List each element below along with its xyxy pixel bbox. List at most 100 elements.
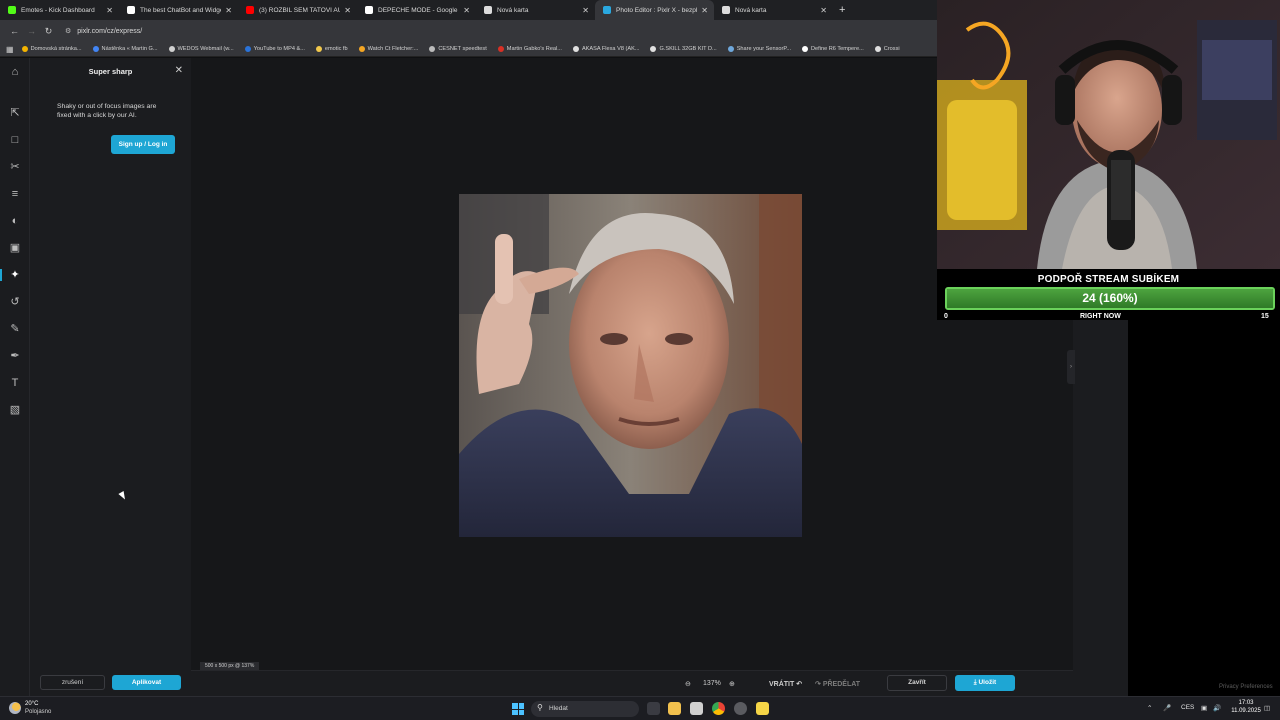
store-icon[interactable] — [690, 702, 703, 715]
tray-overflow-icon[interactable]: ⌃ — [1147, 704, 1152, 712]
bookmark-item[interactable]: CESNET speedtest — [429, 46, 487, 52]
file-explorer-icon[interactable] — [668, 702, 681, 715]
notifications-icon[interactable]: ◫ — [1264, 704, 1270, 712]
bookmark-item[interactable]: Nástěnka « Martin G... — [92, 46, 158, 52]
close-icon[interactable]: ✕ — [175, 65, 183, 76]
taskbar-search[interactable]: Hledat — [531, 701, 639, 717]
redo-icon[interactable]: ↷ — [815, 681, 821, 688]
bookmark-label[interactable]: Crossi — [884, 46, 900, 52]
close-editor-button[interactable]: Zavřít — [887, 675, 947, 691]
weather-temperature[interactable]: 20°C — [25, 701, 38, 707]
bookmark-label[interactable]: Martin Gabko's Real... — [507, 46, 562, 52]
tab-close-icon[interactable]: ✕ — [344, 6, 351, 15]
edited-photo[interactable] — [459, 194, 802, 537]
settings-icon[interactable] — [734, 702, 747, 715]
tab-close-icon[interactable]: ✕ — [582, 6, 589, 15]
bookmark-item[interactable]: WEDOS Webmail (w... — [168, 46, 234, 52]
redo-button[interactable]: ↷ PŘEDĚLAT — [815, 680, 860, 688]
undo-button[interactable]: VRÁTIT ↶ — [769, 680, 802, 688]
bookmark-label[interactable]: Define R6 Tempere... — [811, 46, 864, 52]
signup-login-button[interactable]: Sign up / Log in — [111, 135, 175, 154]
tab-title[interactable]: Emotes - Kick Dashboard — [21, 7, 102, 14]
arrange-icon[interactable]: ⇱ — [7, 105, 23, 121]
bookmark-label[interactable]: G.SKILL 32GB KIT D... — [659, 46, 716, 52]
bookmark-label[interactable]: emotic fb — [325, 46, 348, 52]
browser-tab[interactable]: Nová karta ✕ — [714, 0, 833, 20]
bookmark-item[interactable]: Share your SensorP... — [727, 46, 791, 52]
tab-title[interactable]: Nová karta — [497, 7, 578, 14]
save-icon[interactable]: ⤓ — [974, 679, 977, 686]
save-label[interactable]: Uložit — [978, 679, 996, 686]
chrome-icon[interactable] — [712, 702, 725, 715]
zoom-value[interactable]: 137% — [703, 680, 721, 687]
browser-tab[interactable]: DEPECHE MODE - Google Search ✕ — [357, 0, 476, 20]
adjust-icon[interactable]: ≡ — [7, 186, 23, 202]
tab-title[interactable]: (3) ROZBIL SEM TATOVI AUTO — [259, 7, 340, 14]
tab-close-icon[interactable]: ✕ — [701, 6, 708, 15]
zoom-out-icon[interactable]: ⊖ — [685, 680, 691, 688]
bookmark-item[interactable]: emotic fb — [315, 46, 348, 52]
undo-label[interactable]: VRÁTIT — [769, 681, 794, 688]
bookmark-label[interactable]: Nástěnka « Martin G... — [102, 46, 158, 52]
apps-grid-icon[interactable]: ▦ — [6, 45, 14, 54]
draw-icon[interactable]: ✒ — [7, 348, 23, 364]
retouch-icon[interactable]: ✎ — [7, 321, 23, 337]
tab-close-icon[interactable]: ✕ — [106, 6, 113, 15]
task-view-icon[interactable] — [647, 702, 660, 715]
forward-icon[interactable]: → — [23, 26, 40, 36]
bookmark-label[interactable]: YouTube to MP4 &... — [254, 46, 305, 52]
language-indicator[interactable]: CES — [1181, 704, 1194, 711]
zoom-in-icon[interactable]: ⊕ — [729, 680, 735, 688]
new-tab-button[interactable]: + — [839, 4, 845, 16]
bookmark-label[interactable]: AKASA Flexa V8 (AK... — [582, 46, 640, 52]
back-icon[interactable]: ← — [6, 26, 23, 36]
filter-icon[interactable]: ◐ — [7, 213, 23, 229]
bookmark-label[interactable]: Share your SensorP... — [737, 46, 791, 52]
browser-tab[interactable]: Nová karta ✕ — [476, 0, 595, 20]
bookmark-item[interactable]: Martin Gabko's Real... — [497, 46, 562, 52]
volume-icon[interactable]: 🔊 — [1213, 704, 1221, 712]
effect-icon[interactable]: ▣ — [7, 240, 23, 256]
browser-tab[interactable]: Emotes - Kick Dashboard ✕ — [0, 0, 119, 20]
cutout-icon[interactable]: ✂ — [7, 159, 23, 175]
clock-time[interactable]: 17:03 — [1229, 700, 1263, 706]
ai-tools-icon[interactable]: ✦ — [7, 267, 23, 283]
tab-close-icon[interactable]: ✕ — [463, 6, 470, 15]
browser-tab[interactable]: (3) ROZBIL SEM TATOVI AUTO ✕ — [238, 0, 357, 20]
browser-tab[interactable]: The best ChatBot and Widgets ✕ — [119, 0, 238, 20]
bookmark-item[interactable]: G.SKILL 32GB KIT D... — [650, 46, 717, 52]
bookmark-label[interactable]: Watch Ct Fletcher:... — [368, 46, 419, 52]
clock-date[interactable]: 11.09.2025 — [1229, 708, 1263, 714]
weather-description[interactable]: Polojasno — [25, 709, 51, 715]
bookmark-item[interactable]: YouTube to MP4 &... — [244, 46, 305, 52]
tab-title[interactable]: Nová karta — [735, 7, 816, 14]
tab-title[interactable]: DEPECHE MODE - Google Search — [378, 7, 459, 14]
undo-icon[interactable]: ↶ — [796, 681, 802, 688]
bookmark-item[interactable]: Define R6 Tempere... — [802, 46, 864, 52]
bookmark-label[interactable]: WEDOS Webmail (w... — [178, 46, 234, 52]
bookmark-label[interactable]: Domovská stránka... — [31, 46, 82, 52]
bookmark-item[interactable]: Domovská stránka... — [21, 46, 82, 52]
redo-label[interactable]: PŘEDĚLAT — [823, 681, 860, 688]
tab-close-icon[interactable]: ✕ — [225, 6, 232, 15]
crop-icon[interactable]: □ — [7, 132, 23, 148]
bookmark-item[interactable]: Crossi — [874, 46, 900, 52]
browser-tab[interactable]: Photo Editor : Pixlr X - bezplatné ✕ — [595, 0, 714, 20]
site-info-icon[interactable]: ⚙ — [65, 28, 71, 35]
bookmark-item[interactable]: AKASA Flexa V8 (AK... — [572, 46, 640, 52]
reload-icon[interactable]: ↻ — [40, 26, 57, 37]
cancel-button[interactable]: zrušení — [40, 675, 105, 690]
microphone-icon[interactable]: 🎤 — [1163, 704, 1171, 712]
bookmark-item[interactable]: Watch Ct Fletcher:... — [358, 46, 419, 52]
network-icon[interactable]: ▣ — [1201, 704, 1207, 712]
bookmark-label[interactable]: CESNET speedtest — [438, 46, 486, 52]
weather-icon[interactable] — [9, 702, 21, 714]
tab-title[interactable]: The best ChatBot and Widgets — [140, 7, 221, 14]
sticky-notes-icon[interactable] — [756, 702, 769, 715]
home-icon[interactable]: ⌂ — [7, 64, 23, 80]
start-icon[interactable] — [512, 703, 524, 715]
url-text[interactable]: pixlr.com/cz/express/ — [77, 28, 142, 35]
save-button[interactable]: ⤓ Uložit — [955, 675, 1015, 691]
privacy-preferences-link[interactable]: Privacy Preferences — [1219, 684, 1273, 690]
liquify-icon[interactable]: ↺ — [7, 294, 23, 310]
